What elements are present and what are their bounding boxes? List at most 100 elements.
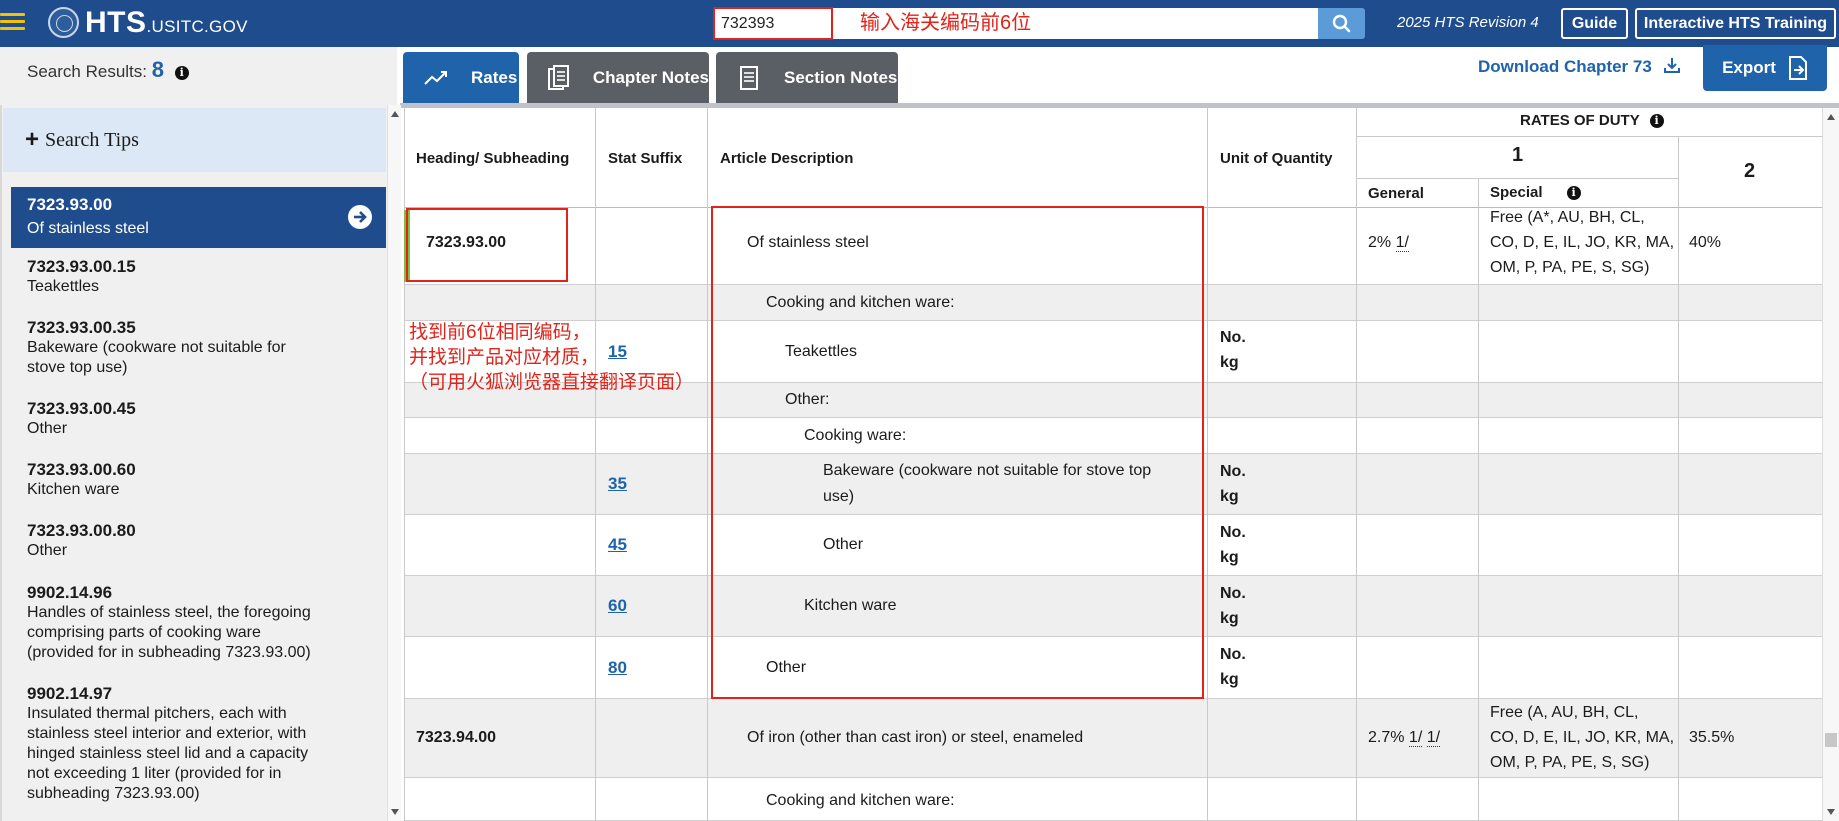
header-column-2: 2 [1744,160,1756,182]
special-rate-line[interactable]: CO, D, E, IL, JO, KR, MA, [1490,230,1674,255]
unit-line: No. [1220,646,1246,663]
find-annotation: 找到前6位相同编码， 并找到产品对应材质， （可用火狐浏览器直接翻译页面） [409,320,694,395]
tab-rates-label: Rates [471,67,518,87]
download-chapter-link[interactable]: Download Chapter 73 [1478,56,1681,77]
result-desc: Kitchen ware [27,481,120,498]
result-item[interactable]: 9902.14.96 Handles of stainless steel, t… [11,583,386,663]
scroll-up-icon[interactable] [1827,114,1835,120]
footnote-link[interactable]: 1/ [1408,729,1423,747]
sidebar-scrollbar[interactable] [387,105,401,821]
stat-suffix-link[interactable]: 60 [608,593,627,619]
special-rate: Free (A*, AU, BH, CL, CO, D, E, IL, JO, … [1490,205,1674,280]
result-desc: Bakeware (cookware not suitable for [27,339,286,356]
result-item-active[interactable]: 7323.93.00 Of stainless steel [11,187,386,248]
result-item[interactable]: 7323.93.00.60 Kitchen ware [11,460,386,500]
search-tips-label: Search Tips [45,128,139,151]
general-rate: 2% 1/ [1368,230,1409,256]
scroll-down-icon[interactable] [391,809,399,815]
header-special: Special i [1490,184,1581,201]
special-rate-line[interactable]: CO, D, E, IL, JO, KR, MA, [1490,725,1674,750]
result-code: 9902.14.96 [27,583,113,602]
table-row [404,778,1822,821]
tab-chapter-notes[interactable]: Chapter Notes [527,52,709,103]
column-divider [1207,108,1208,821]
result-desc-line: not exceeding 1 liter (provided for in [27,765,282,782]
special-rate: Free (A, AU, BH, CL, CO, D, E, IL, JO, K… [1490,700,1674,775]
sidebar-left-border [0,105,2,821]
export-button[interactable]: Export [1703,45,1827,91]
result-desc: Insulated thermal pitchers, each with [27,705,287,722]
result-code: 7323.93.00.60 [27,460,136,479]
special-rate-line[interactable]: Free (A*, AU, BH, CL, [1490,205,1674,230]
result-desc-line: stainless steel interior and exterior, w… [27,725,307,742]
general-rate: 2.7% 1/ 1/ [1368,725,1441,751]
unit-of-quantity: No. kg [1220,642,1246,692]
interactive-training-button[interactable]: Interactive HTS Training [1635,8,1836,39]
download-chapter-label: Download Chapter 73 [1478,57,1652,76]
header-heading: Heading/ Subheading [416,150,570,167]
unit-line: kg [1220,549,1239,566]
hts-revision-label[interactable]: 2025 HTS Revision 4 [1397,14,1539,31]
footnote-link[interactable]: 1/ [1395,234,1409,252]
result-desc-line: hinged stainless steel lid and a capacit… [27,745,309,762]
unit-line: No. [1220,463,1246,480]
tab-section-notes[interactable]: Section Notes [716,52,898,103]
export-file-icon [1788,56,1807,80]
unit-line: kg [1220,671,1239,688]
header-column-1: 1 [1512,144,1524,166]
export-label: Export [1722,58,1776,77]
download-icon [1663,58,1680,73]
result-desc-line: (provided for in subheading 7323.93.00) [27,644,311,661]
special-rate-line[interactable]: OM, P, PA, PE, S, SG) [1490,750,1674,775]
tab-chapter-notes-label: Chapter Notes [592,67,709,87]
result-desc-line: comprising parts of cooking ware [27,624,261,641]
unit-of-quantity: No. kg [1220,325,1246,375]
unit-line: No. [1220,329,1246,346]
column-divider [1678,136,1679,821]
result-item[interactable]: 7323.93.00.80 Other [11,521,386,561]
find-annotation-line: 并找到产品对应材质， [409,347,600,368]
rates-of-duty-label: RATES OF DUTY [1520,112,1640,129]
result-item[interactable]: 7323.93.00.45 Other [11,399,386,439]
tab-section-notes-label: Section Notes [784,67,898,87]
info-icon[interactable]: i [174,65,189,80]
scroll-up-icon[interactable] [391,111,399,117]
arrow-right-circle-icon[interactable] [348,205,372,229]
result-item[interactable]: 7323.93.00.15 Teakettles [11,257,386,297]
document-icon [732,65,766,91]
guide-button[interactable]: Guide [1561,8,1628,39]
search-button[interactable] [1318,8,1365,39]
description-highlight-box [711,206,1204,699]
stat-suffix-link[interactable]: 45 [608,532,627,558]
stat-suffix-link[interactable]: 35 [608,471,627,497]
search-results-label: Search Results: [27,62,147,81]
unit-of-quantity: No. kg [1220,520,1246,570]
scroll-down-icon[interactable] [1827,809,1835,815]
stat-suffix-link[interactable]: 80 [608,655,627,681]
column-divider [595,108,596,821]
search-results-count: 8 [151,57,164,82]
heading-code: 7323.94.00 [416,729,497,746]
search-tips-toggle[interactable]: + Search Tips [3,108,386,172]
unit-line: No. [1220,585,1246,602]
site-logo[interactable]: HTS.USITC.GOV [85,6,248,40]
result-code: 7323.93.00.80 [27,521,136,540]
search-highlight-box [713,7,833,40]
find-annotation-line: 找到前6位相同编码， [409,322,591,343]
footnote-link[interactable]: 1/ [1426,729,1441,747]
column-divider [1478,178,1479,821]
info-icon[interactable]: i [1566,186,1581,201]
scroll-thumb[interactable] [1825,733,1837,747]
unit-line: kg [1220,488,1239,505]
table-scrollbar[interactable] [1822,108,1839,821]
tab-rates[interactable]: Rates [403,52,519,103]
special-rate-line[interactable]: Free (A, AU, BH, CL, [1490,700,1674,725]
header-unit-of-quantity: Unit of Quantity [1220,150,1333,167]
heading-highlight-box [406,208,568,282]
info-icon[interactable]: i [1649,114,1664,129]
result-item[interactable]: 7323.93.00.35 Bakeware (cookware not sui… [11,318,386,378]
special-rate-line[interactable]: OM, P, PA, PE, S, SG) [1490,255,1674,280]
hamburger-menu-icon[interactable] [0,13,26,33]
result-item[interactable]: 9902.14.97 Insulated thermal pitchers, e… [11,684,386,804]
search-icon [1332,14,1351,33]
